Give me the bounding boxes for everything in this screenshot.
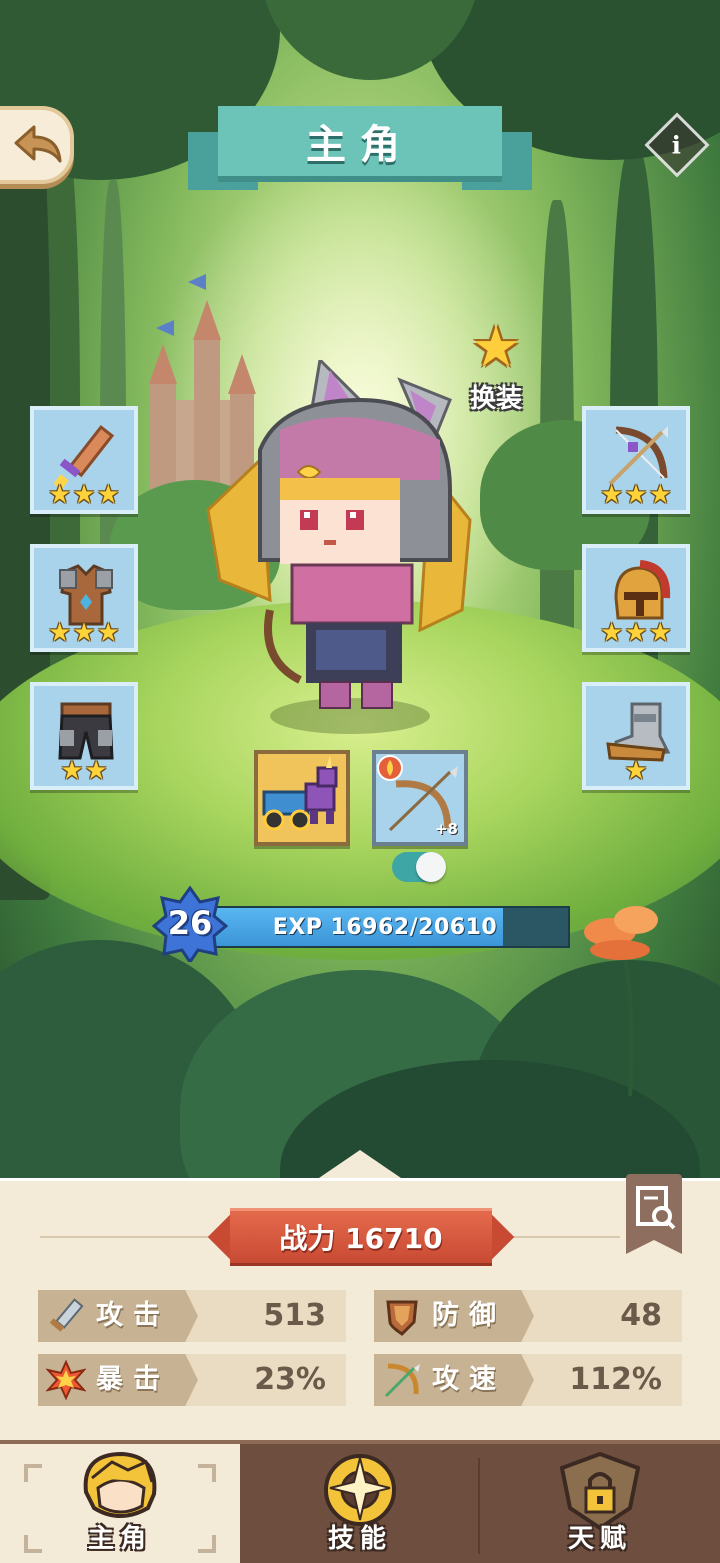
toggle-knob (416, 852, 446, 882)
equip-slot-bow[interactable]: ★ ★ ★ (582, 406, 690, 514)
stat-label: 攻速 (432, 1364, 506, 1395)
level-badge: 26 (152, 886, 228, 962)
bow-arrow-icon (384, 1363, 420, 1398)
power-value: 战力 16710 (279, 1222, 443, 1255)
back-button[interactable] (0, 106, 74, 184)
power-banner: 战力 16710 (207, 1208, 515, 1266)
star-rating: ★ ★ ★ (48, 480, 120, 510)
equip-slot-boots[interactable]: ★ (582, 682, 690, 790)
explosion-icon (46, 1360, 86, 1400)
equip-slot-weapon[interactable]: ★ ★ ★ (30, 406, 138, 514)
pet-card[interactable] (254, 750, 350, 846)
nav-label: 技能 (327, 1524, 392, 1554)
stat-value: 112% (569, 1362, 662, 1397)
stat-defense: 防御 48 (374, 1290, 682, 1342)
stat-crit: 暴击 23% (38, 1354, 346, 1406)
stat-label: 攻击 (96, 1300, 170, 1331)
equip-slot-pants[interactable]: ★ ★ (30, 682, 138, 790)
exp-bar: EXP 16962/20610 (200, 906, 570, 948)
star-rating: ★ ★ (60, 756, 108, 786)
star-rating: ★ ★ ★ (48, 618, 120, 648)
display-toggle[interactable] (392, 852, 446, 882)
page-title: 主角 (306, 122, 414, 168)
bottom-nav: 主角 技能 天赋 (0, 1440, 720, 1563)
title-banner: 主角 (188, 106, 532, 194)
exp-text: EXP 16962/20610 (272, 914, 498, 940)
info-icon: i (672, 130, 682, 160)
book-search-icon (636, 1186, 676, 1230)
nav-tab-talent[interactable]: 天赋 (480, 1444, 720, 1563)
nav-label: 主角 (87, 1524, 152, 1554)
panel-notch (316, 1150, 404, 1180)
hero-character (206, 360, 472, 734)
star-rating: ★ ★ ★ (600, 480, 672, 510)
codex-button[interactable] (626, 1174, 682, 1254)
level-number: 26 (167, 904, 213, 942)
back-arrow-icon (14, 125, 62, 163)
stat-value: 23% (254, 1362, 326, 1397)
weapon-bonus: +8 (434, 820, 458, 838)
divider (40, 1236, 230, 1238)
nav-tab-skills[interactable]: 技能 (240, 1444, 480, 1563)
unicorn-cart-icon (262, 756, 338, 831)
star-rating: ★ ★ ★ (600, 618, 672, 648)
weapon-card[interactable]: +8 (372, 750, 468, 846)
flower-decoration (584, 906, 658, 1096)
nav-tab-hero[interactable]: 主角 (0, 1444, 240, 1563)
stat-attack: 攻击 513 (38, 1290, 346, 1342)
shield-icon (386, 1300, 418, 1336)
stat-attack-speed: 攻速 112% (374, 1354, 682, 1406)
stat-value: 48 (620, 1298, 662, 1333)
star-rating: ★ (624, 756, 648, 786)
stat-value: 513 (263, 1298, 326, 1333)
stat-label: 暴击 (96, 1364, 170, 1395)
sword-icon (49, 1298, 84, 1332)
nav-label: 天赋 (567, 1524, 632, 1554)
equip-slot-helmet[interactable]: ★ ★ ★ (582, 544, 690, 652)
equip-slot-armor[interactable]: ★ ★ ★ (30, 544, 138, 652)
stat-label: 防御 (432, 1300, 506, 1331)
